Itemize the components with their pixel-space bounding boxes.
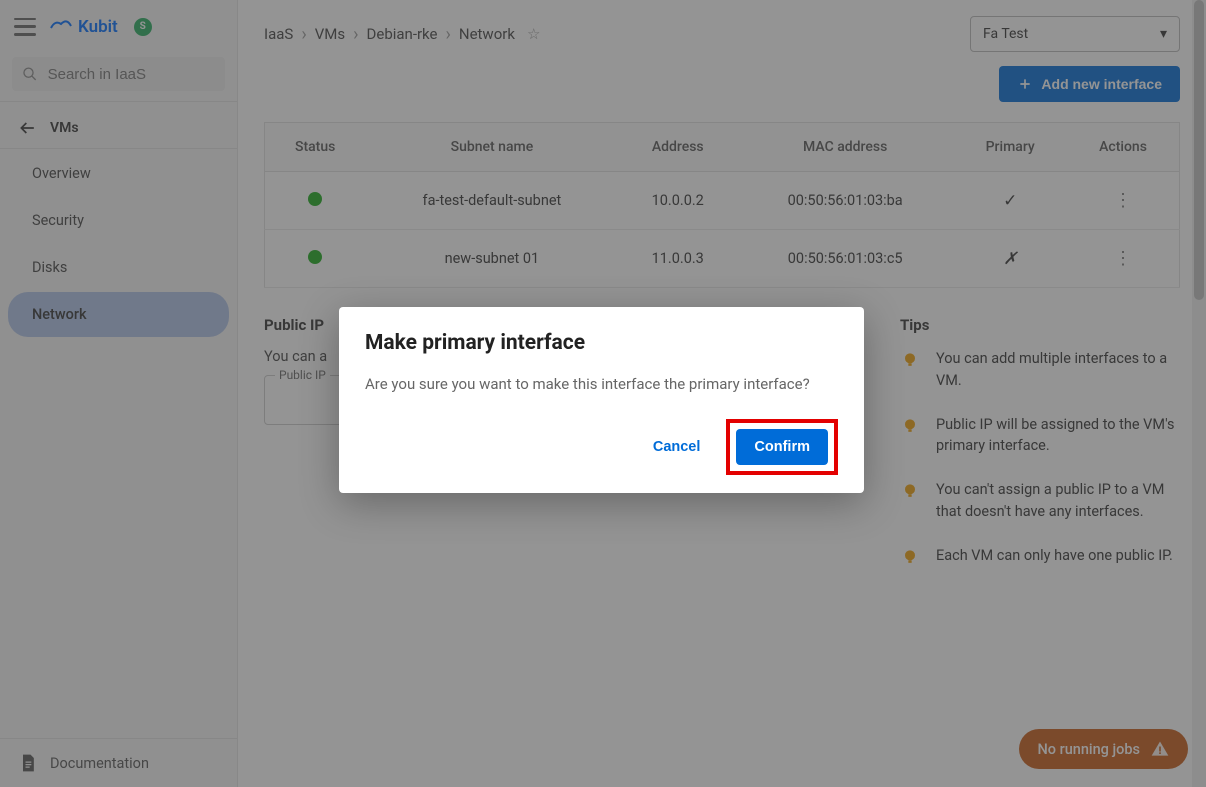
dialog-body: Are you sure you want to make this inter… bbox=[365, 375, 838, 393]
confirm-button[interactable]: Confirm bbox=[736, 429, 828, 465]
confirm-highlight: Confirm bbox=[726, 419, 838, 475]
cancel-button[interactable]: Cancel bbox=[641, 429, 713, 465]
dialog-title: Make primary interface bbox=[365, 331, 838, 355]
dialog-actions: Cancel Confirm bbox=[365, 419, 838, 475]
make-primary-dialog: Make primary interface Are you sure you … bbox=[339, 307, 864, 493]
